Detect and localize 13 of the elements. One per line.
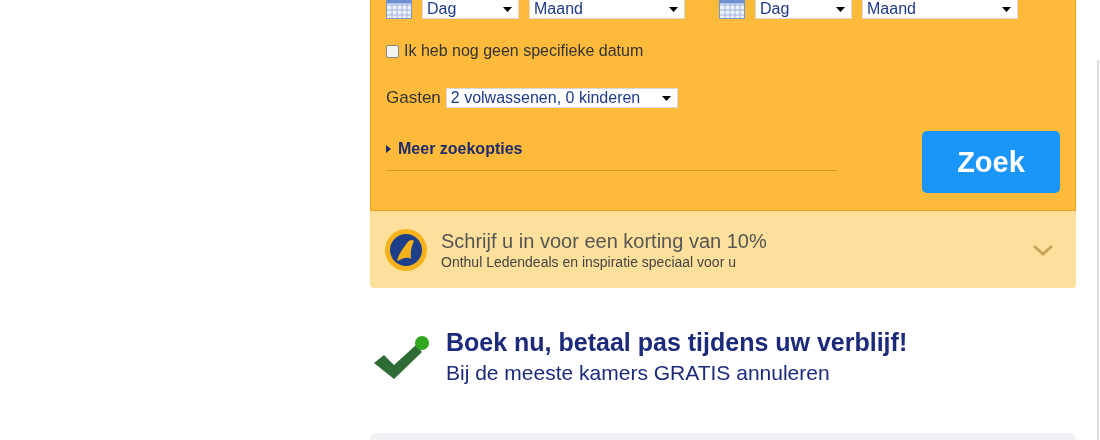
- more-options-link[interactable]: Meer zoekopties: [386, 140, 523, 158]
- checkbox-label: Ik heb nog geen specifieke datum: [404, 42, 644, 60]
- day-select[interactable]: Dag: [755, 0, 852, 19]
- month-select[interactable]: Maand: [862, 0, 1018, 19]
- promo-title: Schrijf u in voor een korting van 10%: [441, 229, 768, 253]
- month-select[interactable]: Maand: [529, 0, 685, 19]
- guests-select[interactable]: 2 volwassenen, 0 kinderen: [445, 88, 678, 108]
- promo-subtitle: Onthul Ledendeals en inspiratie speciaal voor u: [441, 253, 737, 270]
- booking-title: Boek nu, betaal pas tijdens uw verblijf!: [446, 328, 908, 357]
- guests-label: Gasten: [386, 88, 441, 108]
- day-select[interactable]: Dag: [422, 0, 519, 19]
- promo-banner[interactable]: Schrijf u in voor een korting van 10% Onthul Ledendeals en inspiratie speciaal voor u: [370, 211, 1076, 288]
- booking-subtitle: Bij de meeste kamers GRATIS annuleren: [446, 361, 831, 385]
